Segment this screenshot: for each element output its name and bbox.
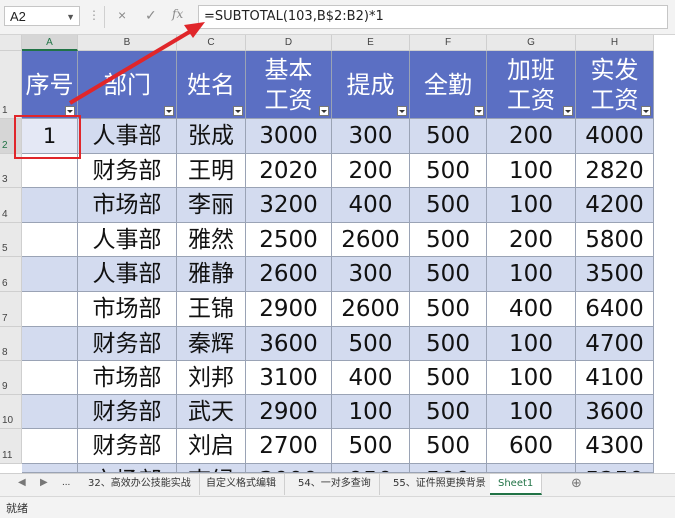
status-text: 就绪 xyxy=(6,502,28,515)
sheet-tab[interactable]: 55、证件照更换背景 xyxy=(385,474,495,495)
more-sheets-button[interactable]: ... xyxy=(62,477,70,488)
sheet-tab[interactable]: 32、高效办公技能实战 xyxy=(80,474,200,495)
sheet-tab[interactable]: 54、一对多查询 xyxy=(290,474,380,495)
scroll-left-icon[interactable]: ◀ xyxy=(18,477,26,488)
sheet-tab[interactable]: 自定义格式编辑 xyxy=(198,474,285,495)
add-sheet-icon[interactable]: ⊕ xyxy=(571,475,582,491)
scroll-right-icon[interactable]: ▶ xyxy=(40,477,48,488)
sheet-tab-bar: ◀ ▶ ... 32、高效办公技能实战 自定义格式编辑 54、一对多查询 55、证件照… xyxy=(0,473,675,496)
annotation-arrow-icon xyxy=(68,22,205,105)
sheet-tab[interactable]: Sheet1 xyxy=(490,474,543,495)
status-bar: 就绪 xyxy=(0,496,675,518)
